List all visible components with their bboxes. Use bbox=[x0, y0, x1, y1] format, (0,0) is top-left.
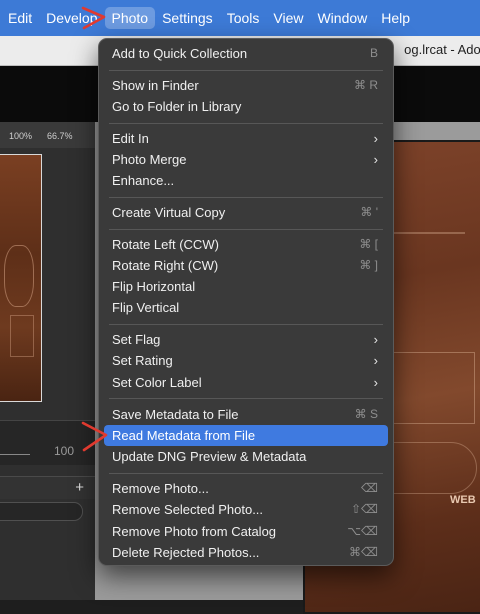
annotation-arrow-icon bbox=[81, 6, 106, 30]
menu-item-label: Remove Selected Photo... bbox=[112, 502, 264, 517]
menu-item-label: Photo Merge bbox=[112, 152, 187, 167]
graffiti-shape bbox=[10, 315, 34, 357]
menu-item-label: Enhance... bbox=[112, 173, 175, 188]
menu-separator bbox=[109, 398, 383, 399]
menu-item-flip-vertical[interactable]: Flip Vertical bbox=[104, 297, 388, 318]
menu-item-go-to-folder[interactable]: Go to Folder in Library bbox=[104, 96, 388, 117]
collections-header: + bbox=[0, 476, 95, 499]
menu-item-label: Remove Photo from Catalog bbox=[112, 524, 277, 539]
menu-item-label: Go to Folder in Library bbox=[112, 99, 242, 114]
menu-edit[interactable]: Edit bbox=[1, 7, 39, 29]
shortcut-label: B bbox=[369, 46, 378, 60]
menu-item-remove-from-catalog[interactable]: Remove Photo from Catalog ⌥⌫ bbox=[104, 521, 388, 542]
shortcut-label: ⌘ ] bbox=[359, 258, 378, 272]
navigator-preview[interactable] bbox=[0, 154, 42, 402]
shortcut-label: ⌘ ' bbox=[360, 205, 378, 219]
zoom-100[interactable]: 100% bbox=[9, 131, 32, 141]
menu-item-flip-horizontal[interactable]: Flip Horizontal bbox=[104, 276, 388, 297]
menu-item-label: Edit In bbox=[112, 131, 149, 146]
menu-item-label: Show in Finder bbox=[112, 78, 199, 93]
shortcut-label: ⌫ bbox=[361, 481, 378, 495]
menu-item-label: Set Flag bbox=[112, 332, 161, 347]
menu-item-delete-rejected-photos[interactable]: Delete Rejected Photos... ⌘⌫ bbox=[104, 542, 388, 563]
menu-item-label: Add to Quick Collection bbox=[112, 46, 248, 61]
zoom-66[interactable]: 66.7% bbox=[47, 131, 73, 141]
menu-help[interactable]: Help bbox=[374, 7, 417, 29]
menu-view[interactable]: View bbox=[266, 7, 310, 29]
chevron-right-icon: › bbox=[373, 131, 378, 146]
menu-separator bbox=[109, 324, 383, 325]
shortcut-label: ⌘ S bbox=[354, 407, 378, 421]
menu-item-label: Set Rating bbox=[112, 353, 173, 368]
menu-tools[interactable]: Tools bbox=[220, 7, 267, 29]
menu-photo[interactable]: Photo bbox=[104, 7, 156, 29]
menu-separator bbox=[109, 123, 383, 124]
menu-item-label: Update DNG Preview & Metadata bbox=[112, 449, 307, 464]
menu-item-remove-selected-photo[interactable]: Remove Selected Photo... ⇧⌫ bbox=[104, 499, 388, 520]
shortcut-label: ⌘⌫ bbox=[349, 545, 378, 559]
plus-icon[interactable]: + bbox=[75, 479, 84, 496]
menu-item-save-metadata[interactable]: Save Metadata to File ⌘ S bbox=[104, 404, 388, 425]
menu-item-label: Delete Rejected Photos... bbox=[112, 545, 260, 560]
chevron-right-icon: › bbox=[373, 353, 378, 368]
menu-item-label: Set Color Label bbox=[112, 375, 202, 390]
menu-item-rotate-left[interactable]: Rotate Left (CCW) ⌘ [ bbox=[104, 234, 388, 255]
left-panel: 100% 66.7% 100 + bbox=[0, 122, 95, 600]
shortcut-label: ⌥⌫ bbox=[347, 524, 378, 538]
menu-item-read-metadata[interactable]: Read Metadata from File bbox=[104, 425, 388, 446]
shortcut-label: ⌘ R bbox=[354, 78, 378, 92]
menu-item-add-quick-collection[interactable]: Add to Quick Collection B bbox=[104, 43, 388, 64]
menu-item-label: Flip Horizontal bbox=[112, 279, 196, 294]
menu-item-rotate-right[interactable]: Rotate Right (CW) ⌘ ] bbox=[104, 255, 388, 276]
menu-bar: Edit Develop Photo Settings Tools View W… bbox=[0, 0, 480, 36]
photo-menu-dropdown: Add to Quick Collection B Show in Finder… bbox=[98, 38, 394, 566]
chevron-right-icon: › bbox=[373, 152, 378, 167]
shortcut-label: ⇧⌫ bbox=[350, 502, 378, 516]
menu-item-photo-merge[interactable]: Photo Merge › bbox=[104, 149, 388, 170]
menu-separator bbox=[109, 197, 383, 198]
chevron-right-icon: › bbox=[373, 375, 378, 390]
menu-settings[interactable]: Settings bbox=[155, 7, 220, 29]
menu-item-show-in-finder[interactable]: Show in Finder ⌘ R bbox=[104, 75, 388, 96]
menu-window[interactable]: Window bbox=[310, 7, 374, 29]
menu-item-edit-in[interactable]: Edit In › bbox=[104, 128, 388, 149]
menu-item-update-dng-preview[interactable]: Update DNG Preview & Metadata bbox=[104, 446, 388, 467]
menu-item-label: Flip Vertical bbox=[112, 300, 180, 315]
menu-item-label: Rotate Right (CW) bbox=[112, 258, 219, 273]
menu-item-label: Remove Photo... bbox=[112, 481, 209, 496]
menu-item-create-virtual-copy[interactable]: Create Virtual Copy ⌘ ' bbox=[104, 202, 388, 223]
panel-slider[interactable] bbox=[0, 454, 30, 455]
chevron-right-icon: › bbox=[373, 332, 378, 347]
menu-item-enhance[interactable]: Enhance... bbox=[104, 170, 388, 191]
menu-separator bbox=[109, 473, 383, 474]
menu-item-set-flag[interactable]: Set Flag › bbox=[104, 329, 388, 350]
navigator-header: 100% 66.7% bbox=[0, 122, 95, 148]
shortcut-label: ⌘ [ bbox=[359, 237, 378, 251]
slider-value: 100 bbox=[54, 444, 75, 458]
menu-item-label: Rotate Left (CCW) bbox=[112, 237, 219, 252]
menu-item-label: Save Metadata to File bbox=[112, 407, 239, 422]
menu-separator bbox=[109, 70, 383, 71]
menu-item-set-rating[interactable]: Set Rating › bbox=[104, 350, 388, 371]
menu-item-label: Read Metadata from File bbox=[112, 428, 256, 443]
menu-item-remove-photo[interactable]: Remove Photo... ⌫ bbox=[104, 478, 388, 499]
graffiti-shape bbox=[4, 245, 34, 307]
graffiti-text: WEB bbox=[450, 494, 476, 506]
menu-item-set-color-label[interactable]: Set Color Label › bbox=[104, 372, 388, 393]
annotation-arrow-icon bbox=[81, 421, 108, 452]
window-title: og.lrcat - Adob bbox=[404, 42, 480, 57]
menu-separator bbox=[109, 229, 383, 230]
filter-field[interactable] bbox=[0, 502, 83, 521]
menu-item-label: Create Virtual Copy bbox=[112, 205, 226, 220]
